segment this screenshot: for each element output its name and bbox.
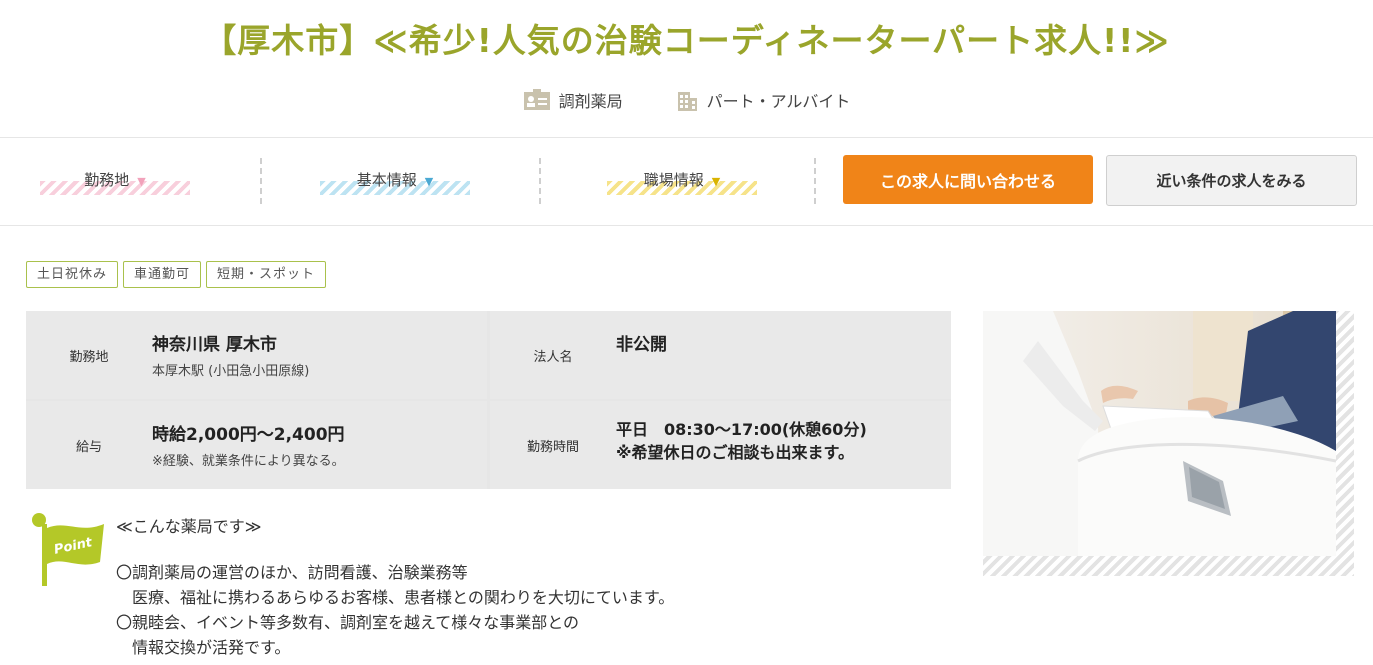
feature-tags: 土日祝休み 車通勤可 短期・スポット [26,261,327,288]
tag: 土日祝休み [26,261,119,288]
tag: 短期・スポット [206,261,327,288]
similar-jobs-button[interactable]: 近い条件の求人をみる [1106,155,1357,206]
divider [0,137,1373,138]
category-employment: パート・アルバイト [675,88,851,112]
pharmacy-counter-image [983,311,1336,556]
anchor-nav: 勤務地 ▼ 基本情報 ▼ 職場情報 ▼ この求人に問い合わせる 近い条件の求人をみる [0,150,1373,220]
company-value: 非公開 [616,335,667,355]
nav-label: 職場情報 [643,171,704,189]
triangle-down-icon: ▼ [424,175,434,188]
info-hours: 勤務時間 平日 08:30〜17:00(休憩60分) ※希望休日のご相談も出来ま… [490,401,951,489]
salary-note: ※経験、就業条件により異なる。 [152,454,345,469]
nav-separator [539,158,541,204]
info-label: 勤務地 [69,349,109,365]
category-label: 調剤薬局 [558,92,623,111]
nav-label: 勤務地 [84,171,130,189]
info-label: 法人名 [533,349,573,365]
location-value: 神奈川県 厚木市 [152,335,277,355]
info-salary: 給与 時給2,000円〜2,400円 ※経験、就業条件により異なる。 [26,401,487,489]
building-icon [675,88,699,112]
tag: 車通勤可 [123,261,202,288]
job-info-table: 勤務地 神奈川県 厚木市 本厚木駅 (小田急小田原線) 法人名 非公開 給与 時… [26,311,951,489]
salary-value: 時給2,000円〜2,400円 [152,425,345,445]
job-photo [983,311,1354,576]
info-label: 給与 [75,439,102,455]
triangle-down-icon: ▼ [711,175,721,188]
category-label: パート・アルバイト [706,92,851,111]
nav-label: 基本情報 [356,171,417,189]
pr-line: 情報交換が活発です。 [116,638,291,657]
pr-line: 医療、福祉に携わるあらゆるお客様、患者様との関わりを大切にています。 [116,588,675,607]
info-company: 法人名 非公開 [490,311,951,399]
id-card-icon [523,89,551,111]
nav-separator [814,158,816,204]
nav-separator [260,158,262,204]
pr-line: 〇親睦会、イベント等多数有、調剤室を越えて様々な事業部との [116,613,580,632]
divider [0,225,1373,226]
pr-body: 〇調剤薬局の運営のほか、訪問看護、治験業務等 医療、福祉に携わるあらゆるお客様、… [116,560,674,660]
category-pharmacy: 調剤薬局 [523,88,623,112]
nav-basic-info[interactable]: 基本情報 ▼ [320,165,470,195]
pr-line: 〇調剤薬局の運営のほか、訪問看護、治験業務等 [116,563,468,582]
page-title: 【厚木市】≪希少!人気の治験コーディネーターパート求人!!≫ [203,21,1170,60]
nav-location[interactable]: 勤務地 ▼ [40,165,190,195]
info-location: 勤務地 神奈川県 厚木市 本厚木駅 (小田急小田原線) [26,311,487,399]
pr-title: ≪こんな薬局です≫ [116,517,262,536]
point-flag-icon: Point [28,510,108,586]
hours-value: 平日 08:30〜17:00(休憩60分) [616,420,867,439]
station-text: 本厚木駅 (小田急小田原線) [152,364,310,379]
nav-workplace-info[interactable]: 職場情報 ▼ [607,165,757,195]
job-categories: 調剤薬局 パート・アルバイト [0,88,1373,112]
info-label: 勤務時間 [526,439,579,455]
triangle-down-icon: ▼ [137,175,146,188]
contact-button[interactable]: この求人に問い合わせる [843,155,1093,204]
holiday-note: ※希望休日のご相談も出来ます。 [616,443,854,462]
